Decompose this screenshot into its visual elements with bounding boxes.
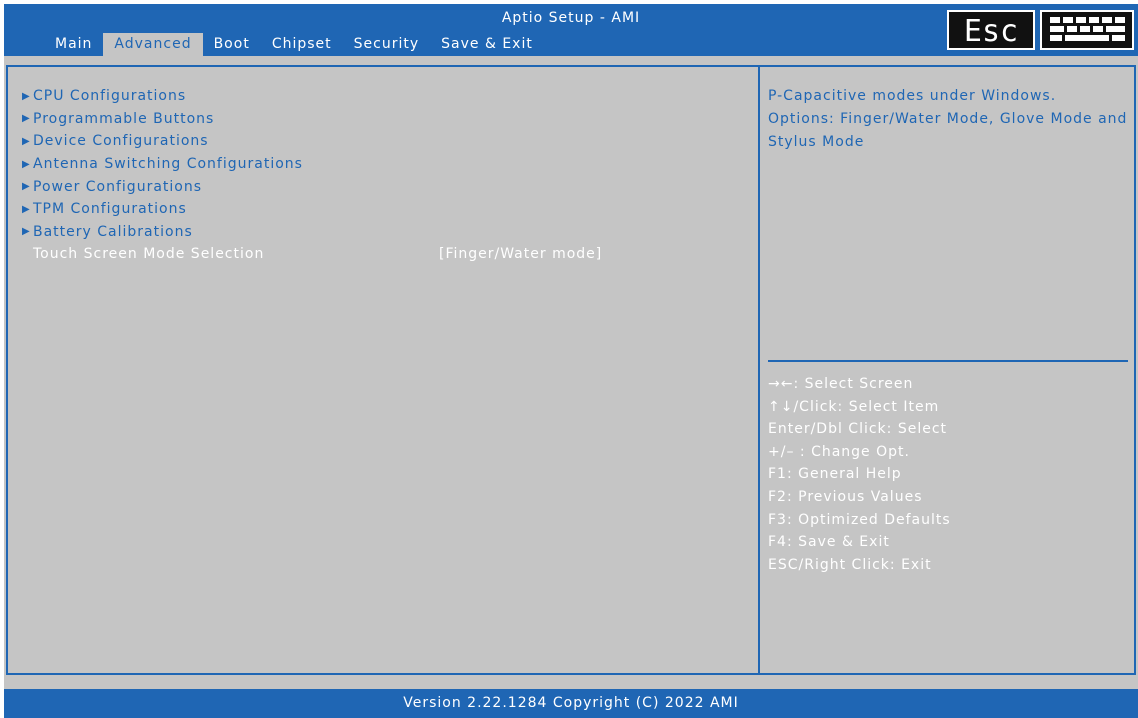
tab-advanced[interactable]: Advanced [103,33,203,56]
tab-main[interactable]: Main [44,33,103,56]
setting-value-select[interactable]: [Finger/Water mode] [439,246,602,262]
menu-item-programmable-buttons[interactable]: ▶ Programmable Buttons [22,108,602,131]
esc-button[interactable]: Esc [947,10,1035,50]
submenu-arrow-icon: ▶ [22,226,31,238]
menu-item-label: TPM Configurations [33,201,187,218]
help-divider [768,360,1128,362]
settings-panel: ▶ CPU Configurations ▶ Programmable Butt… [6,65,760,675]
key-hint-select: Enter/Dbl Click: Select [768,421,948,438]
keyboard-button[interactable] [1040,10,1134,50]
menu-item-label: Device Configurations [33,133,209,150]
submenu-arrow-icon: ▶ [22,90,31,102]
version-footer: Version 2.22.1284 Copyright (C) 2022 AMI [4,689,1138,718]
key-hint-change-opt: +/– : Change Opt. [768,443,910,460]
key-legend: →←: Select Screen ↑↓/Click: Select Item … [768,376,951,579]
header-bar: Aptio Setup - AMI Main Advanced Boot Chi… [4,4,1138,56]
tab-bar: Main Advanced Boot Chipset Security Save… [44,33,544,56]
help-description: P-Capacitive modes under Windows. Option… [768,88,1128,150]
menu-item-device-configurations[interactable]: ▶ Device Configurations [22,130,602,153]
help-panel: P-Capacitive modes under Windows. Option… [760,65,1136,675]
menu-item-label: CPU Configurations [33,88,187,105]
menu-item-power-configurations[interactable]: ▶ Power Configurations [22,175,602,198]
menu-item-cpu-configurations[interactable]: ▶ CPU Configurations [22,85,602,108]
menu-item-label: Battery Calibrations [33,223,193,240]
key-hint-optimized-defaults: F3: Optimized Defaults [768,511,951,528]
touch-screen-mode-setting[interactable]: Touch Screen Mode Selection [Finger/Wate… [22,243,602,266]
menu-item-label: Antenna Switching Configurations [33,156,303,173]
menu-item-tpm-configurations[interactable]: ▶ TPM Configurations [22,198,602,221]
key-hint-select-screen: →←: Select Screen [768,376,914,392]
menu-item-label: Power Configurations [33,178,203,195]
tab-security[interactable]: Security [343,33,431,56]
menu-list: ▶ CPU Configurations ▶ Programmable Butt… [22,85,602,266]
submenu-arrow-icon: ▶ [22,203,31,215]
submenu-arrow-icon: ▶ [22,181,31,193]
tab-chipset[interactable]: Chipset [261,33,343,56]
setting-label: Touch Screen Mode Selection [33,246,265,263]
key-hint-previous-values: F2: Previous Values [768,488,923,505]
menu-item-battery-calibrations[interactable]: ▶ Battery Calibrations [22,221,602,244]
key-hint-select-item: ↑↓/Click: Select Item [768,398,940,415]
key-hint-general-help: F1: General Help [768,466,902,483]
submenu-arrow-icon: ▶ [22,113,31,125]
tab-save-exit[interactable]: Save & Exit [430,33,544,56]
tab-boot[interactable]: Boot [203,33,261,56]
menu-item-label: Programmable Buttons [33,110,215,127]
submenu-arrow-icon: ▶ [22,158,31,170]
key-hint-exit: ESC/Right Click: Exit [768,556,932,573]
key-hint-save-exit: F4: Save & Exit [768,534,890,551]
submenu-arrow-icon: ▶ [22,135,31,147]
menu-item-antenna-switching-configurations[interactable]: ▶ Antenna Switching Configurations [22,153,602,176]
keyboard-icon [1050,17,1125,41]
bios-screen: Aptio Setup - AMI Main Advanced Boot Chi… [4,4,1138,718]
